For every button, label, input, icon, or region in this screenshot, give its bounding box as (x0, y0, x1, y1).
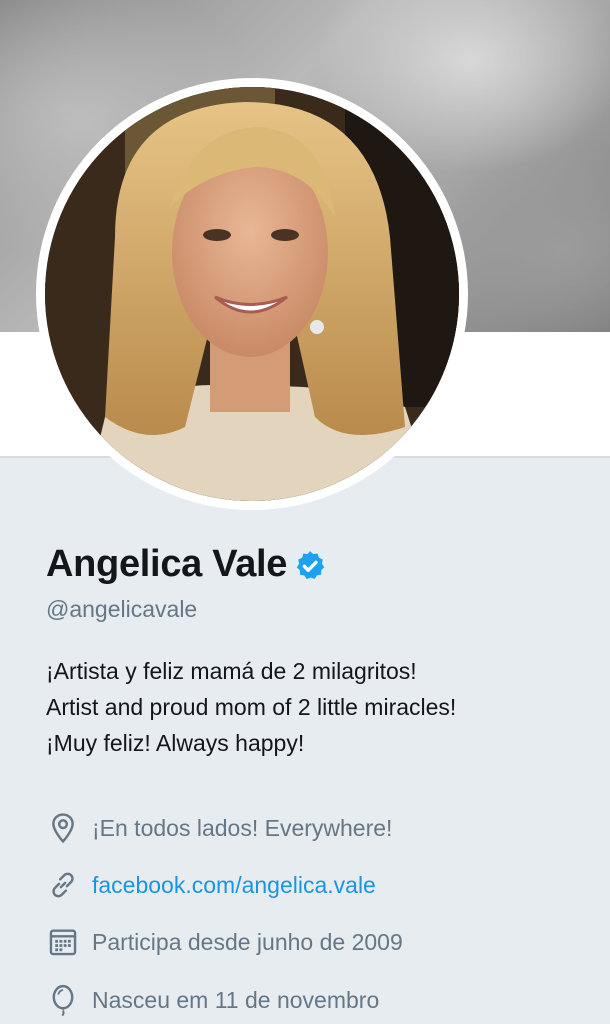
location-pin-icon (52, 813, 74, 844)
verified-badge-icon (296, 551, 325, 580)
balloon-icon (52, 984, 74, 1017)
location-item: ¡En todos lados! Everywhere! (46, 808, 606, 848)
bio: ¡Artista y feliz mamá de 2 milagritos! A… (46, 653, 606, 761)
joined-text: Participa desde junho de 2009 (92, 928, 403, 955)
bio-line: ¡Artista y feliz mamá de 2 milagritos! (46, 658, 417, 684)
avatar[interactable] (45, 87, 459, 501)
display-name: Angelica Vale (46, 542, 288, 585)
name-row: Angelica Vale (46, 538, 606, 590)
location-text: ¡En todos lados! Everywhere! (92, 814, 393, 841)
bio-line: Artist and proud mom of 2 little miracle… (46, 694, 457, 720)
joined-item: Participa desde junho de 2009 (46, 922, 606, 962)
website-item[interactable]: facebook.com/angelica.vale (46, 865, 606, 905)
birthday-text: Nasceu em 11 de novembro (92, 986, 380, 1013)
website-link[interactable]: facebook.com/angelica.vale (92, 872, 376, 899)
profile-card: Angelica Vale @angelicavale ¡Artista y f… (46, 538, 606, 761)
birthday-item: Nasceu em 11 de novembro (46, 980, 606, 1020)
handle[interactable]: @angelicavale (46, 596, 606, 623)
calendar-icon (49, 929, 77, 956)
link-icon (52, 872, 74, 898)
bio-line: ¡Muy feliz! Always happy! (46, 730, 305, 756)
